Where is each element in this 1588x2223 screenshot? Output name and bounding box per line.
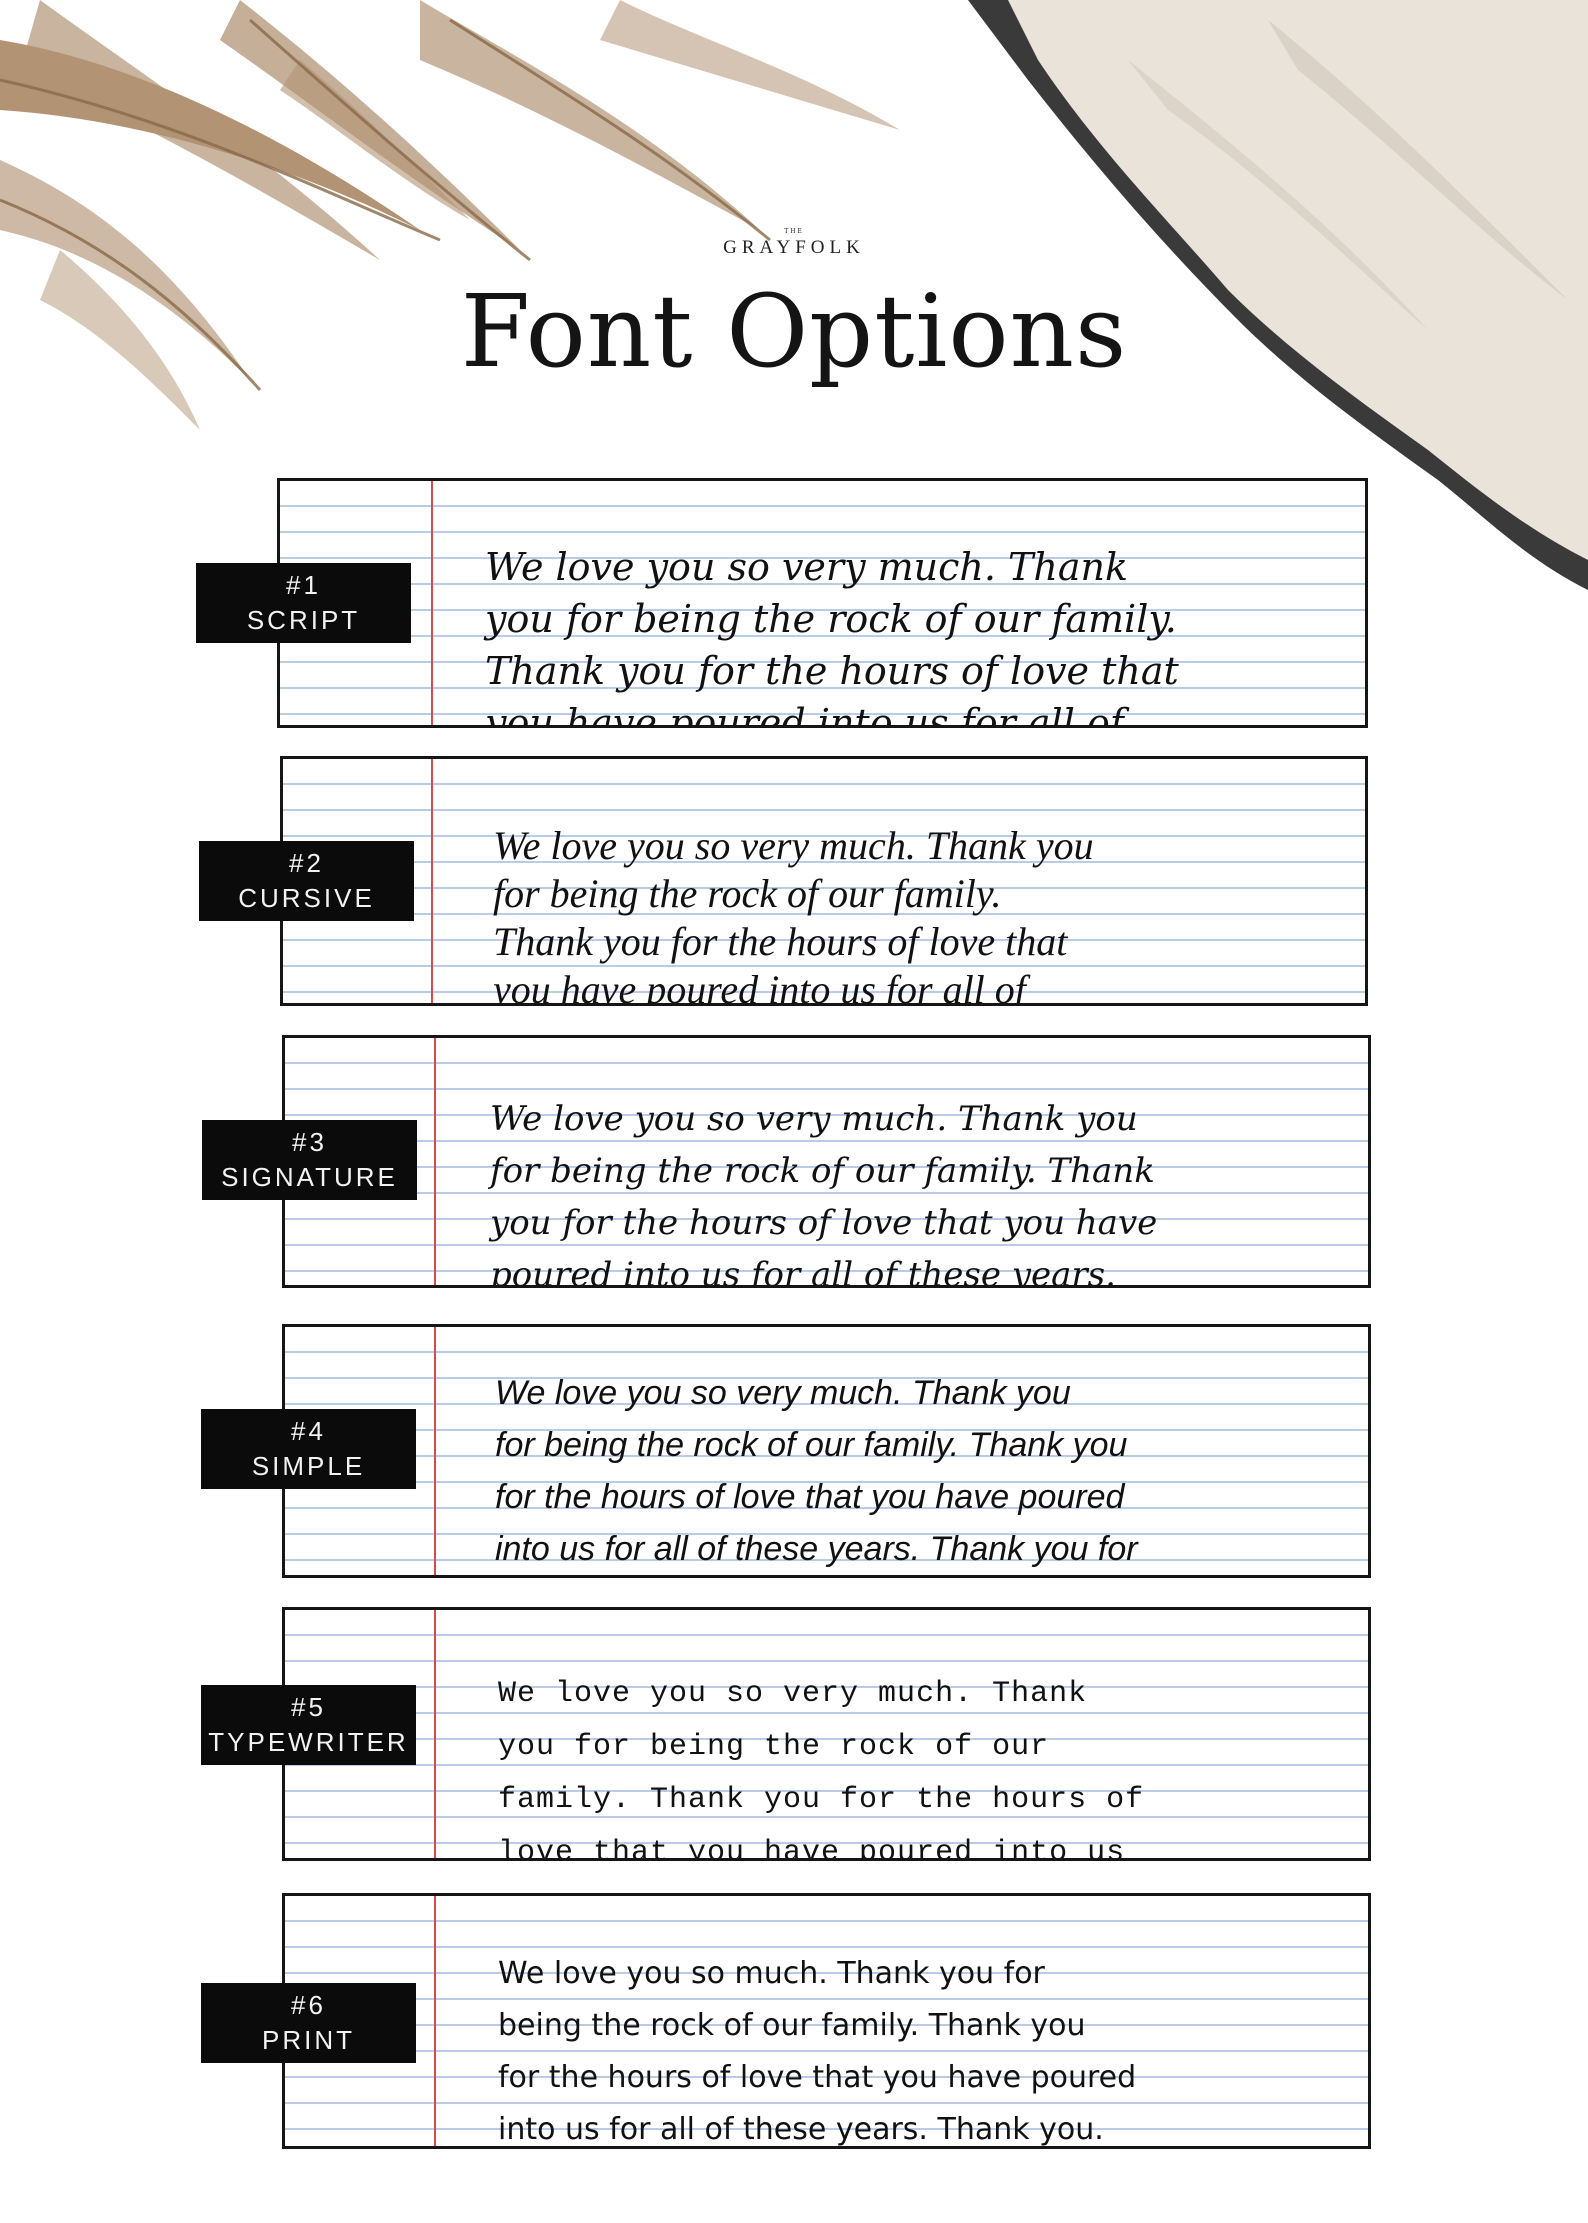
font-label-number: #1: [286, 570, 321, 600]
font-label-name: SIMPLE: [251, 1451, 366, 1481]
font-sample-text: We love you so much. Thank you for being…: [498, 1956, 1137, 2147]
font-sample-text: We love you so very much. Thank you for …: [490, 1099, 1158, 1288]
font-sample-card-print: We love you so much. Thank you for being…: [282, 1893, 1371, 2149]
font-label-name: PRINT: [262, 2025, 355, 2055]
font-label-number: #2: [289, 848, 324, 878]
font-sample-card-signature: We love you so very much. Thank you for …: [282, 1035, 1371, 1288]
font-label-print: #6 PRINT: [201, 1983, 416, 2063]
brand-name: GRAYFOLK: [723, 237, 865, 258]
font-label-number: #3: [292, 1127, 327, 1157]
font-label-simple: #4 SIMPLE: [201, 1409, 416, 1489]
font-label-script: #1 SCRIPT: [196, 563, 411, 643]
margin-line: [431, 759, 433, 1003]
margin-line: [434, 1327, 436, 1575]
font-sample-text: We love you so very much. Thank you for …: [495, 1374, 1138, 1568]
font-sample-card-script: We love you so very much. Thank you for …: [277, 478, 1368, 728]
font-label-name: TYPEWRITER: [208, 1727, 409, 1757]
font-label-number: #6: [291, 1990, 326, 2020]
font-label-typewriter: #5 TYPEWRITER: [201, 1685, 416, 1765]
font-label-name: SCRIPT: [246, 605, 361, 635]
font-sample-card-simple: We love you so very much. Thank you for …: [282, 1324, 1371, 1578]
font-label-name: SIGNATURE: [221, 1162, 398, 1192]
brand-logo: THE GRAYFOLK: [0, 228, 1588, 259]
font-sample-card-typewriter: We love you so very much. Thank you for …: [282, 1607, 1371, 1861]
font-sample-text: We love you so very much. Thank you for …: [493, 823, 1094, 1006]
font-sample-text: We love you so very much. Thank you for …: [485, 545, 1179, 728]
font-label-name: CURSIVE: [238, 883, 375, 913]
font-sample-card-cursive: We love you so very much. Thank you for …: [280, 756, 1368, 1006]
margin-line: [431, 481, 433, 725]
margin-line: [434, 1038, 436, 1285]
brand-prefix: THE: [784, 228, 804, 235]
font-label-signature: #3 SIGNATURE: [202, 1120, 417, 1200]
page-title: Font Options: [460, 273, 1128, 390]
font-sample-text: We love you so very much. Thank you for …: [498, 1677, 1145, 1861]
margin-line: [434, 1896, 436, 2146]
font-label-number: #4: [291, 1416, 326, 1446]
font-label-number: #5: [291, 1692, 326, 1722]
margin-line: [434, 1610, 436, 1858]
font-label-cursive: #2 CURSIVE: [199, 841, 414, 921]
